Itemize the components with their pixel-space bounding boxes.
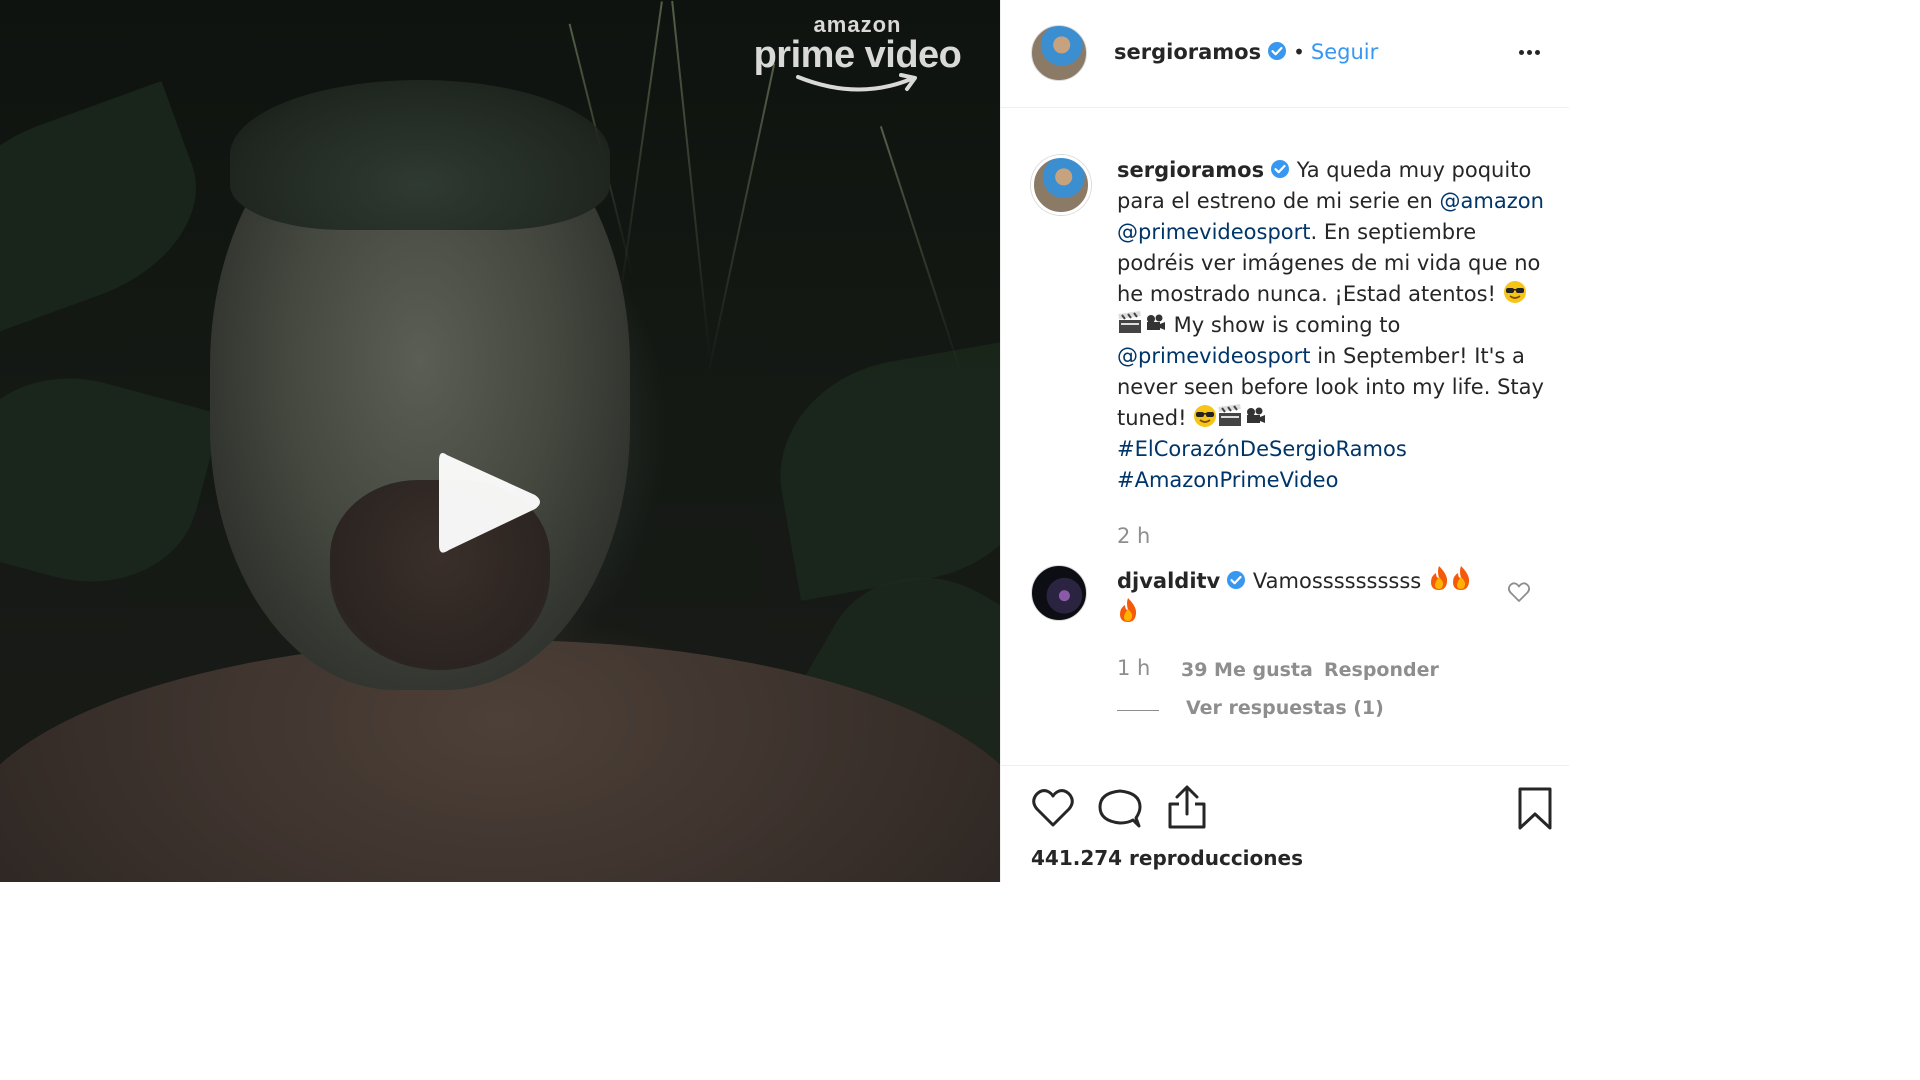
replies-divider [1117,710,1159,711]
like-comment-heart-icon[interactable] [1507,581,1531,603]
views-count[interactable]: 441.274 reproducciones [1031,846,1303,870]
comment-text: djvalditv Vamossssssssss [1117,565,1487,629]
comment-avatar[interactable] [1031,565,1087,621]
person-hair [230,80,610,230]
comments-section: sergioramos Ya queda muy poquito para el… [1001,107,1569,765]
fire-emoji-icon [1430,566,1448,590]
foliage [762,339,1000,601]
foliage [879,126,963,374]
video-player[interactable]: amazon prime video [0,0,1000,882]
caption-timestamp[interactable]: 2 h [1117,524,1150,548]
view-replies-button[interactable]: Ver respuestas (1) [1186,697,1384,719]
foliage [671,0,711,360]
fire-emoji-icon [1120,598,1137,622]
header-user-row: sergioramos • Seguir [1114,40,1378,64]
sunglasses-emoji-icon [1503,281,1526,303]
comment-username[interactable]: djvalditv [1117,569,1220,593]
mention-link[interactable]: @primevideosport [1117,344,1311,368]
clapper-board-emoji-icon [1118,311,1141,333]
post-panel: sergioramos • Seguir sergioramos Ya queda … [1000,0,1569,882]
play-icon[interactable] [435,445,545,560]
foliage [706,63,776,377]
foliage [0,352,222,608]
comment-icon[interactable] [1098,787,1142,829]
caption-username[interactable]: sergioramos [1117,158,1264,182]
comment-likes-count[interactable]: 39 Me gusta [1181,659,1313,681]
prime-video-logo: amazon prime video [740,12,975,97]
post-header: sergioramos • Seguir [1001,0,1569,108]
mention-link[interactable]: @amazon [1440,189,1544,213]
mention-link[interactable]: @primevideosport [1117,220,1311,244]
verified-badge-icon [1227,571,1246,589]
movie-camera-emoji-icon [1147,314,1165,330]
separator-dot: • [1293,40,1305,64]
heart-icon[interactable] [1031,788,1075,828]
caption-avatar[interactable] [1031,155,1091,215]
fire-emoji-icon [1452,566,1470,590]
bookmark-icon[interactable] [1517,786,1553,832]
comment-timestamp[interactable]: 1 h [1117,656,1150,680]
post-actions: 441.274 reproducciones [1001,765,1569,883]
share-icon[interactable] [1167,784,1207,830]
sunglasses-emoji-icon [1194,405,1217,427]
comment-body: Vamossssssssss [1246,569,1428,593]
logo-prime-video-text: prime video [753,34,962,76]
movie-camera-emoji-icon [1247,407,1266,423]
avatar[interactable] [1031,25,1087,81]
hashtag-link[interactable]: #ElCorazónDeSergioRamos [1117,437,1407,461]
header-username[interactable]: sergioramos [1114,40,1261,64]
foliage [0,80,223,340]
caption-text: sergioramos Ya queda muy poquito para el… [1117,155,1547,496]
verified-badge-icon [1268,42,1287,60]
clapper-board-emoji-icon [1218,404,1242,426]
reply-button[interactable]: Responder [1324,659,1439,681]
more-options-icon[interactable] [1519,40,1543,59]
hashtag-link[interactable]: #AmazonPrimeVideo [1117,468,1338,492]
verified-badge-icon [1271,160,1290,178]
follow-button[interactable]: Seguir [1311,40,1378,64]
caption-text-part: My show is coming to [1167,313,1401,337]
